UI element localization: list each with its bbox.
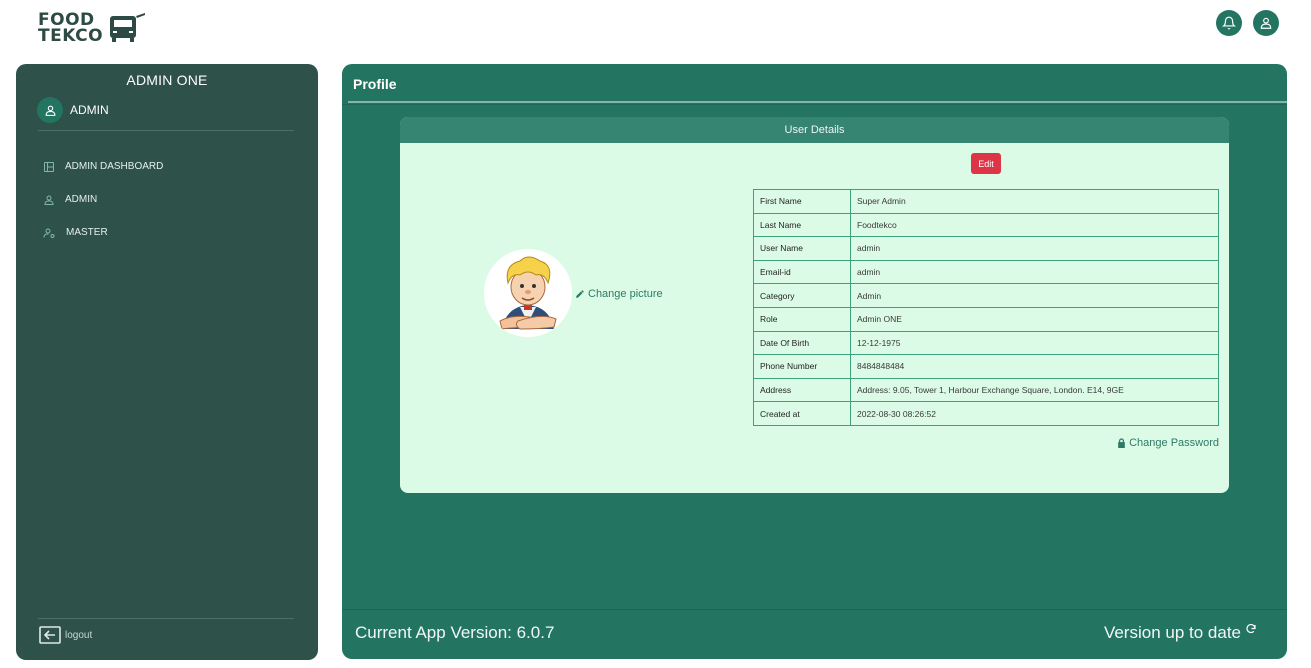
bell-icon [1222,16,1236,30]
detail-key: Email-id [753,259,851,285]
user-settings-icon [43,228,55,238]
detail-value: admin [850,236,1219,261]
table-row: Category Admin [753,283,1219,308]
sidebar-footer-divider [38,618,294,619]
detail-key: Role [753,306,851,332]
sidebar-title: ADMIN ONE [126,72,208,88]
logout-icon [39,626,61,644]
sidebar-user-label: ADMIN [70,103,109,117]
change-picture-label: Change picture [588,288,663,300]
user-icon [45,105,55,116]
sidebar-item-master[interactable]: MASTER [43,216,163,249]
detail-value: 12-12-1975 [850,330,1219,356]
brand-line-2: TEKCO [38,26,104,46]
sidebar-item-label: ADMIN [65,194,98,205]
table-row: User Name admin [753,236,1219,261]
sidebar-nav: ADMIN DASHBOARD ADMIN MASTER [43,150,163,249]
table-row: Email-id admin [753,259,1219,285]
page-title: Profile [353,76,397,92]
detail-key: Address [753,377,851,403]
truck-icon [110,13,145,42]
change-password-label: Change Password [1129,437,1219,449]
change-password-link[interactable]: Change Password [1117,437,1219,449]
detail-key: Created at [753,401,851,426]
detail-key: User Name [753,236,851,261]
avatar [37,97,63,123]
sidebar-item-label: ADMIN DASHBOARD [65,161,164,172]
profile-picture [484,249,572,337]
detail-value: Foodtekco [850,212,1219,238]
detail-key: Last Name [753,212,851,238]
sidebar-item-admin-dashboard[interactable]: ADMIN DASHBOARD [43,150,163,183]
pencil-icon [576,290,584,298]
app-version-text: Current App Version: 6.0.7 [355,623,555,642]
user-details-table: First Name Super Admin Last Name Foodtekco U… [753,189,1219,426]
notification-button[interactable] [1216,10,1242,36]
table-row: Role Admin ONE [753,306,1219,332]
detail-value: admin [850,259,1219,285]
sidebar: ADMIN ONE ADMIN ADMIN DASHBOARD ADMIN MA… [16,64,318,660]
brand-logo[interactable]: FOOD TEKCO [38,10,150,46]
sidebar-divider [38,130,294,131]
refresh-button[interactable] [1245,622,1257,640]
table-row: Phone Number 8484848484 [753,354,1219,379]
detail-key: Date Of Birth [753,330,851,356]
detail-key: Category [753,283,851,308]
edit-button[interactable]: Edit [971,153,1001,174]
table-row: First Name Super Admin [753,189,1219,214]
user-details-card: User Details Change picture Edit First N… [400,117,1229,493]
brand-text: FOOD TEKCO [38,12,104,46]
user-menu-button[interactable] [1253,10,1279,36]
detail-key: Phone Number [753,354,851,379]
detail-value: 2022-08-30 08:26:52 [850,401,1219,426]
title-divider [348,101,1287,103]
user-icon [1260,17,1272,29]
detail-value: Address: 9.05, Tower 1, Harbour Exchange… [850,377,1219,403]
table-row: Last Name Foodtekco [753,212,1219,238]
sidebar-item-admin[interactable]: ADMIN [43,183,163,216]
table-row: Address Address: 9.05, Tower 1, Harbour E… [753,377,1219,403]
user-icon [44,195,54,205]
layout-icon [44,161,54,172]
sidebar-user[interactable]: ADMIN [37,96,318,124]
detail-key: First Name [753,189,851,214]
title-divider-shadow [342,104,1287,105]
footer-divider [342,609,1287,610]
detail-value: Admin [850,283,1219,308]
detail-value: 8484848484 [850,354,1219,379]
refresh-icon [1246,623,1256,634]
logout-label: logout [65,629,93,641]
sidebar-item-label: MASTER [66,227,108,238]
main-panel: Profile User Details Change picture Edit… [342,64,1287,659]
detail-value: Super Admin [850,189,1219,214]
change-picture-link[interactable]: Change picture [575,288,663,300]
table-row: Date Of Birth 12-12-1975 [753,330,1219,356]
logout-button[interactable]: logout [39,626,92,644]
cartoon-avatar-image [484,249,572,337]
version-status-text: Version up to date [1103,623,1241,642]
table-row: Created at 2022-08-30 08:26:52 [753,401,1219,426]
lock-icon [1118,438,1125,448]
card-header: User Details [400,117,1229,143]
detail-value: Admin ONE [850,306,1219,332]
